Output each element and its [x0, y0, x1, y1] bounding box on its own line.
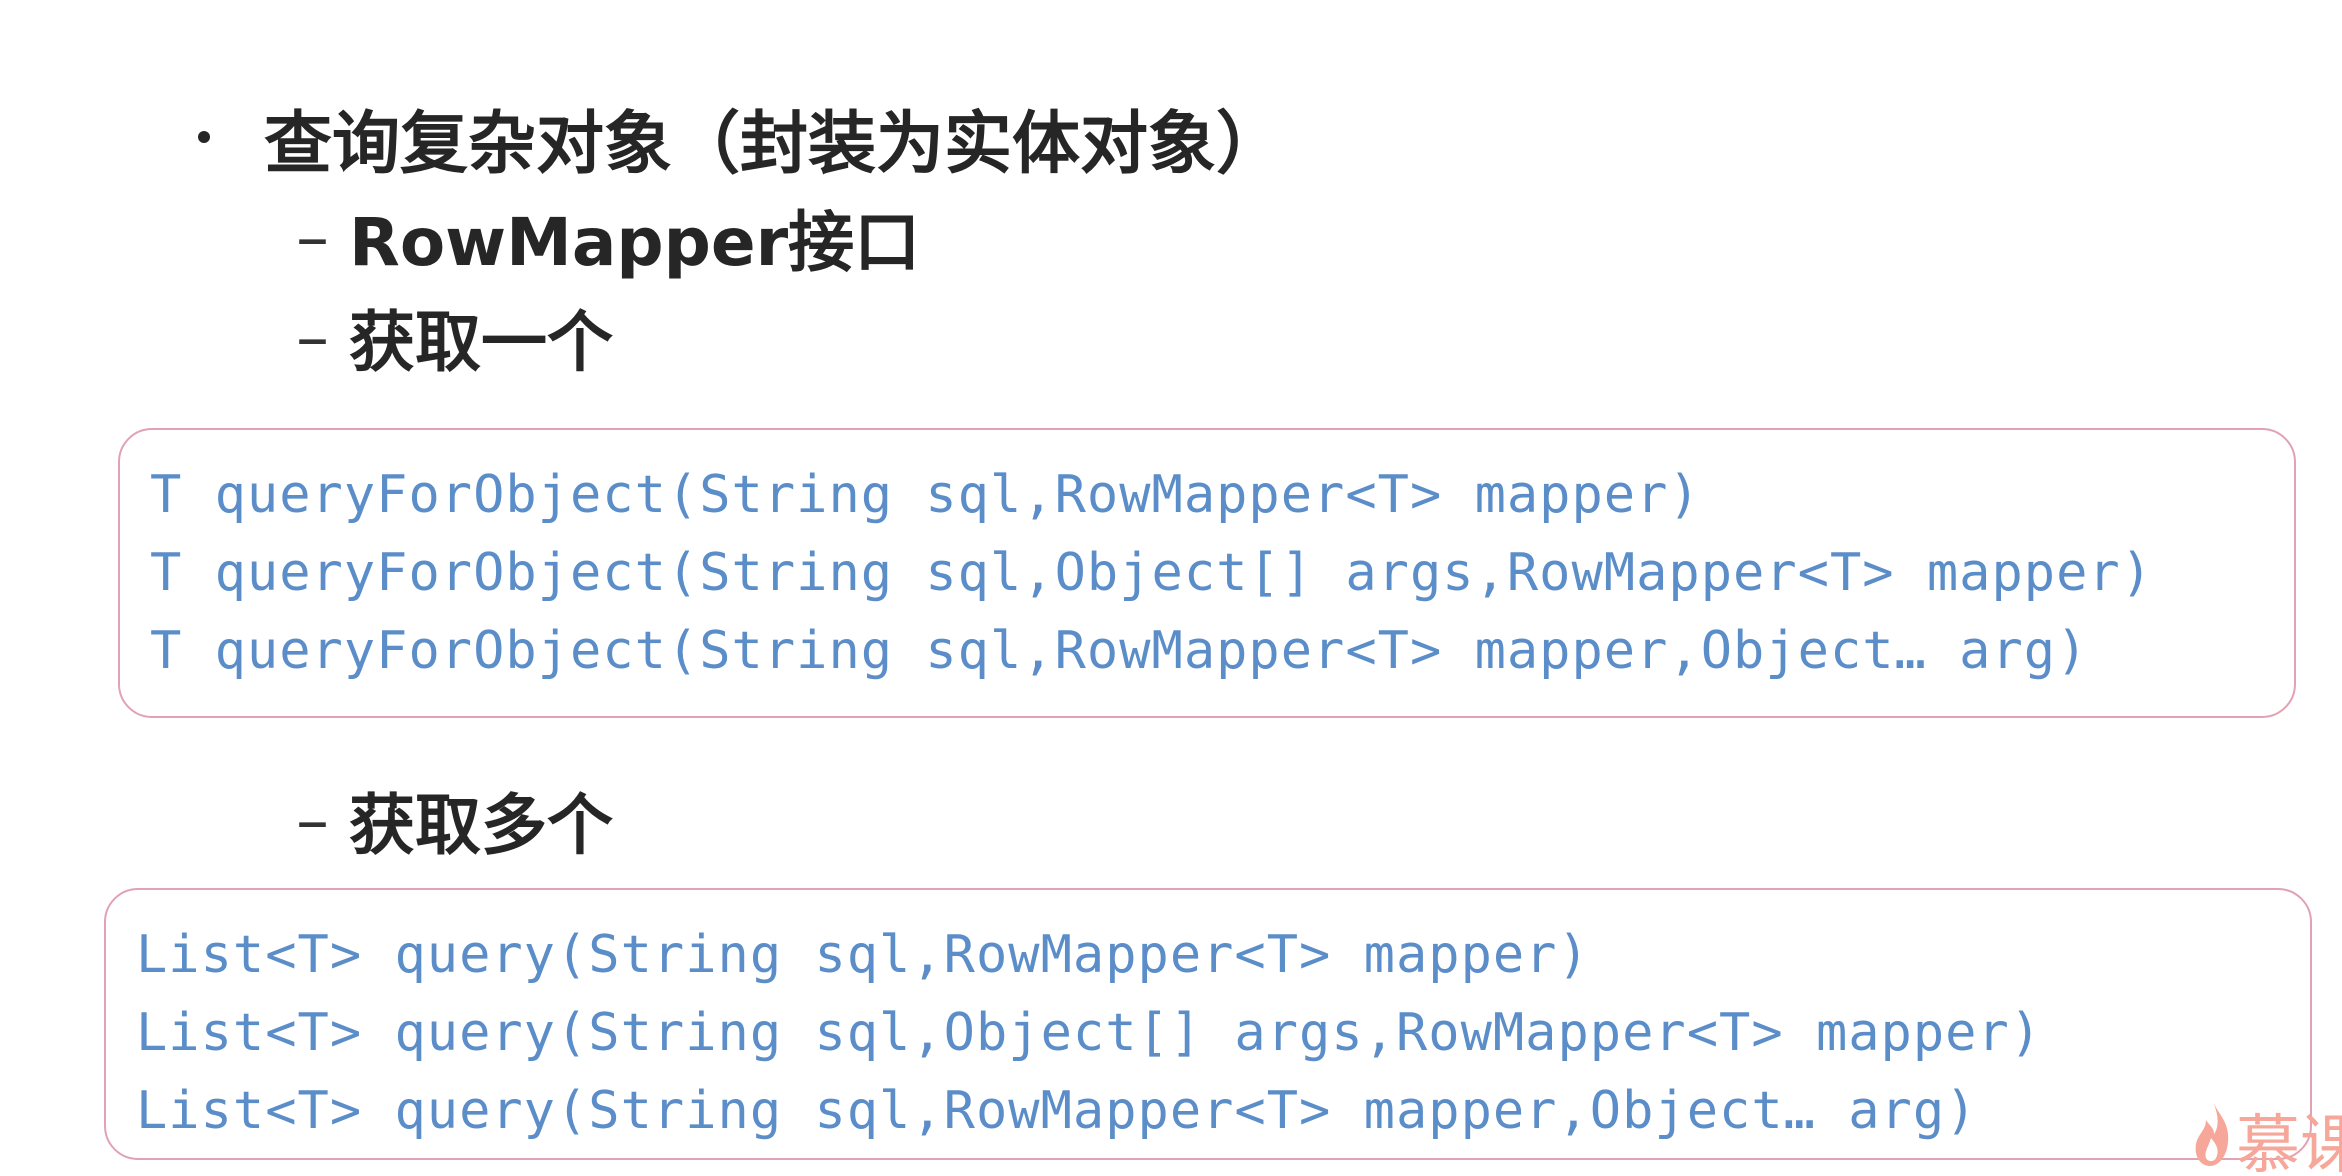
dash-marker: –	[296, 781, 329, 859]
code-box-get-one: T queryForObject(String sql,RowMapper<T>…	[118, 428, 2296, 718]
code-line: List<T> query(String sql,Object[] args,R…	[136, 1003, 2043, 1063]
code-line: T queryForObject(String sql,Object[] arg…	[150, 543, 2154, 603]
code-line: List<T> query(String sql,RowMapper<T> ma…	[136, 1081, 1978, 1141]
dash-marker: –	[296, 298, 329, 376]
subitem-get-one-text: 获取一个	[349, 304, 613, 381]
code-line: T queryForObject(String sql,RowMapper<T>…	[150, 621, 2089, 681]
heading-bullet: 查询复杂对象（封装为实体对象）	[198, 92, 1284, 184]
code-line: T queryForObject(String sql,RowMapper<T>…	[150, 465, 1701, 525]
code-box-get-many: List<T> query(String sql,RowMapper<T> ma…	[104, 888, 2312, 1160]
code-line: List<T> query(String sql,RowMapper<T> ma…	[136, 925, 1590, 985]
heading-text: 查询复杂对象（封装为实体对象）	[264, 104, 1285, 184]
watermark-text: 慕课	[2236, 1109, 2342, 1176]
subitem-rowmapper: – RowMapper接口	[296, 192, 920, 282]
bullet-dot-icon	[198, 131, 210, 143]
subitem-get-many: – 获取多个	[296, 775, 613, 865]
subitem-rowmapper-text: RowMapper接口	[349, 204, 921, 281]
flame-icon	[2195, 1100, 2229, 1166]
subitem-get-one: – 获取一个	[296, 292, 613, 382]
subitem-get-many-text: 获取多个	[349, 787, 613, 864]
watermark-logo: 慕课	[2192, 1084, 2342, 1176]
slide: 查询复杂对象（封装为实体对象） – RowMapper接口 – 获取一个 T q…	[0, 0, 2342, 1176]
dash-marker: –	[296, 198, 329, 276]
